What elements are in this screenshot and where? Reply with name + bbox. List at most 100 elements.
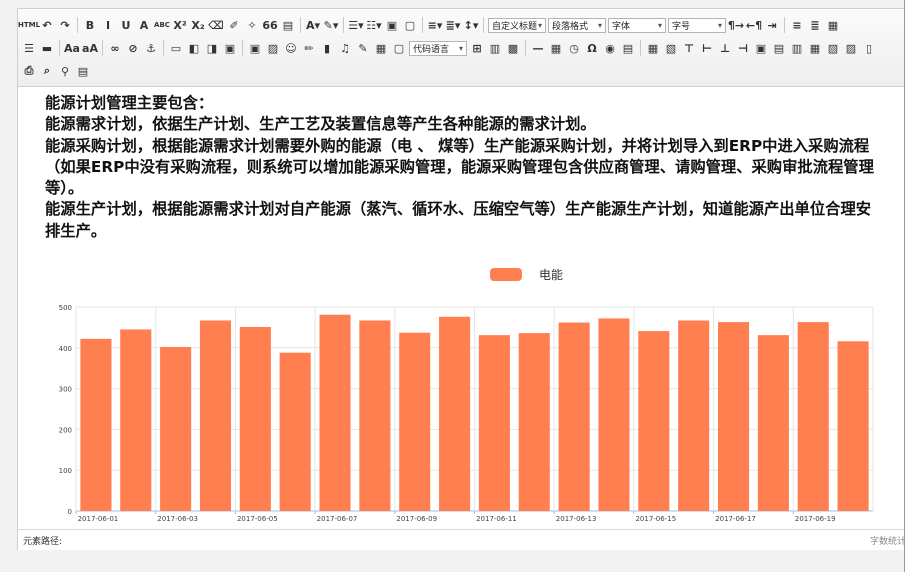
insert-frame-button[interactable]: ▢ xyxy=(391,40,407,56)
chevron-down-icon: ▾ xyxy=(717,20,722,30)
lowercase-button[interactable]: aA xyxy=(82,40,98,56)
horizontal-rule-button[interactable]: — xyxy=(530,40,546,56)
undo-button[interactable]: ↶ xyxy=(39,17,55,33)
justify-left-button[interactable]: ≡ xyxy=(789,17,805,33)
format-painter-button[interactable]: ✐ xyxy=(226,17,242,33)
justify-center-button[interactable]: ≣ xyxy=(807,17,823,33)
wordimage-button[interactable]: ▤ xyxy=(620,40,636,56)
clear-doc-button[interactable]: ▢ xyxy=(402,17,418,33)
simple-upload-button[interactable]: ▣ xyxy=(247,40,263,56)
row-spacing-top-button[interactable]: ≡▾ xyxy=(427,17,443,33)
font-color-button[interactable]: A▾ xyxy=(305,17,321,33)
image-none-button[interactable]: ▭ xyxy=(168,40,184,56)
editor-content[interactable]: 能源计划管理主要包含： 能源需求计划，依据生产计划、生产工艺及装置信息等产生各种… xyxy=(18,87,905,529)
row-spacing-bottom-button[interactable]: ≣▾ xyxy=(445,17,461,33)
ltr-button[interactable]: ¶→ xyxy=(728,17,744,33)
music-button[interactable]: ♫ xyxy=(337,40,353,56)
anchor-button[interactable]: ⚓ xyxy=(143,40,159,56)
ordered-list-icon: ☰▾ xyxy=(348,18,364,32)
search-replace-button[interactable]: ◉ xyxy=(602,40,618,56)
emotion-button[interactable]: ☺ xyxy=(283,40,299,56)
template-button[interactable]: ▥ xyxy=(487,40,503,56)
image-center-button[interactable]: ▣ xyxy=(222,40,238,56)
unlink-button[interactable]: ⊘ xyxy=(125,40,141,56)
line-height-button[interactable]: ↕▾ xyxy=(463,17,479,33)
attachment-button[interactable]: ✎ xyxy=(355,40,371,56)
toolbar-separator xyxy=(422,17,423,33)
insert-row-button[interactable]: ⊤ xyxy=(681,40,697,56)
search-replace-2-button[interactable]: ⚲ xyxy=(57,63,73,79)
eraser-button[interactable]: ⌫ xyxy=(208,17,224,33)
bold-button[interactable]: B xyxy=(82,17,98,33)
font-family-select[interactable]: 字体 ▾ xyxy=(608,17,666,33)
superscript-button[interactable]: X² xyxy=(172,17,188,33)
energy-bar-chart: 电能 0 100 200 300 400 500 2017-06-01 2017-06-03 20… xyxy=(59,268,874,523)
preview-button[interactable]: ⌕ xyxy=(39,63,55,79)
date-button[interactable]: ▦ xyxy=(548,40,564,56)
select-all-button[interactable]: ▣ xyxy=(384,17,400,33)
x-tick-label: 2017-06-15 xyxy=(635,515,676,523)
background-button[interactable]: ▩ xyxy=(505,40,521,56)
x-tick-label: 2017-06-09 xyxy=(396,515,437,523)
paragraph-select[interactable]: 段落格式 ▾ xyxy=(548,17,606,33)
merge-down-button[interactable]: ▥ xyxy=(789,40,805,56)
border-button[interactable]: A xyxy=(136,17,152,33)
paste-plain-button[interactable]: ▤ xyxy=(280,17,296,33)
ordered-list-button[interactable]: ☰▾ xyxy=(348,17,364,33)
merge-cells-button[interactable]: ▣ xyxy=(753,40,769,56)
split-rows-button[interactable]: ▧ xyxy=(825,40,841,56)
insert-image-button[interactable]: ▨ xyxy=(265,40,281,56)
split-cols-button[interactable]: ▨ xyxy=(843,40,859,56)
subscript-button[interactable]: X₂ xyxy=(190,17,206,33)
insert-table-button[interactable]: ▦ xyxy=(645,40,661,56)
rtl-button[interactable]: ←¶ xyxy=(746,17,762,33)
clear-doc-icon: ▢ xyxy=(404,18,416,32)
justify-right-button[interactable]: ▦ xyxy=(825,17,841,33)
page-break-button[interactable]: ⊞ xyxy=(469,40,485,56)
merge-right-button[interactable]: ▤ xyxy=(771,40,787,56)
time-button[interactable]: ◷ xyxy=(566,40,582,56)
blockquote-button[interactable]: 66 xyxy=(262,17,278,33)
strikethrough-button[interactable]: ABC xyxy=(154,17,170,33)
indent-button[interactable]: ⇥ xyxy=(764,17,780,33)
image-right-button[interactable]: ◨ xyxy=(204,40,220,56)
toolbar-separator xyxy=(343,17,344,33)
map-button[interactable]: ▦ xyxy=(373,40,389,56)
bar-2017-06-06 xyxy=(279,352,311,511)
redo-button[interactable]: ↷ xyxy=(57,17,73,33)
justify-right-2-button[interactable]: ☰ xyxy=(21,40,37,56)
justify-full-button[interactable]: ▬ xyxy=(39,40,55,56)
merge-cells-icon: ▣ xyxy=(755,41,767,55)
delete-table-button[interactable]: ▧ xyxy=(663,40,679,56)
print-button[interactable]: ⎙ xyxy=(21,63,37,79)
toolbar-separator xyxy=(300,17,301,33)
image-left-button[interactable]: ◧ xyxy=(186,40,202,56)
special-char-button[interactable]: Ω xyxy=(584,40,600,56)
html-source-button[interactable]: HTML xyxy=(18,17,40,33)
split-cells-button[interactable]: ▦ xyxy=(807,40,823,56)
word-count-label[interactable]: 字数统计 xyxy=(870,534,905,547)
document-text[interactable]: 能源计划管理主要包含： 能源需求计划，依据生产计划、生产工艺及装置信息等产生各种… xyxy=(45,93,885,242)
delete-row-button[interactable]: ⊥ xyxy=(717,40,733,56)
auto-typeset-button[interactable]: ✧ xyxy=(244,17,260,33)
insert-col-button[interactable]: ⊢ xyxy=(699,40,715,56)
font-size-select[interactable]: 字号 ▾ xyxy=(668,17,726,33)
code-lang-select[interactable]: 代码语言 ▾ xyxy=(409,40,467,56)
delete-col-button[interactable]: ⊣ xyxy=(735,40,751,56)
link-button[interactable]: ∞ xyxy=(107,40,123,56)
background-icon: ▩ xyxy=(507,41,519,55)
insert-video-button[interactable]: ▮ xyxy=(319,40,335,56)
print-icon: ⎙ xyxy=(24,64,34,77)
uppercase-button[interactable]: Aa xyxy=(64,40,80,56)
x-tick-label: 2017-06-11 xyxy=(476,515,517,523)
chart-button[interactable]: ▯ xyxy=(861,40,877,56)
scrawl-button[interactable]: ✏ xyxy=(301,40,317,56)
background-color-button[interactable]: ✎▾ xyxy=(323,17,339,33)
italic-button[interactable]: I xyxy=(100,17,116,33)
bar-2017-06-17 xyxy=(717,322,750,511)
unordered-list-button[interactable]: ☷▾ xyxy=(366,17,382,33)
drafts-button[interactable]: ▤ xyxy=(75,63,91,79)
y-tick-label: 200 xyxy=(59,426,72,434)
underline-button[interactable]: U xyxy=(118,17,134,33)
custom-title-select[interactable]: 自定义标题 ▾ xyxy=(488,17,546,33)
